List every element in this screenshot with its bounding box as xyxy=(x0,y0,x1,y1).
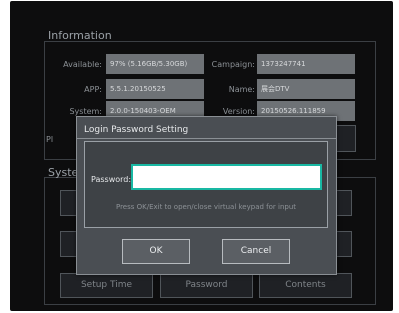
name-value: 展会DTV xyxy=(257,79,355,99)
contents-button[interactable]: Contents xyxy=(259,273,352,298)
system-title: Syste xyxy=(48,166,79,179)
information-title: Information xyxy=(48,29,112,42)
setup-time-button[interactable]: Setup Time xyxy=(60,273,153,298)
campaign-label: Campaign: xyxy=(211,60,255,69)
app-label: APP: xyxy=(84,85,102,94)
name-label: Name: xyxy=(228,85,255,94)
cancel-button[interactable]: Cancel xyxy=(222,239,290,264)
dialog-divider xyxy=(77,138,336,139)
app-value: 5.5.1.20150525 xyxy=(106,79,204,99)
partial-label: Pl xyxy=(46,135,54,144)
keypad-hint: Press OK/Exit to open/close virtual keyp… xyxy=(115,203,297,211)
password-button[interactable]: Password xyxy=(160,273,253,298)
information-action-button[interactable] xyxy=(336,125,356,152)
password-input[interactable] xyxy=(131,164,322,190)
login-password-dialog: Login Password Setting Password: Press O… xyxy=(76,116,337,275)
dialog-title: Login Password Setting xyxy=(84,125,189,135)
system-label: System: xyxy=(69,107,102,116)
ok-button[interactable]: OK xyxy=(122,239,190,264)
campaign-value: 1373247741 xyxy=(257,54,355,74)
password-label: Password: xyxy=(91,175,132,184)
version-label: Version: xyxy=(222,107,255,116)
available-label: Available: xyxy=(63,60,102,69)
dialog-content-panel: Password: Press OK/Exit to open/close vi… xyxy=(84,141,328,228)
available-value: 97% (5.16GB/5.30GB) xyxy=(106,54,204,74)
